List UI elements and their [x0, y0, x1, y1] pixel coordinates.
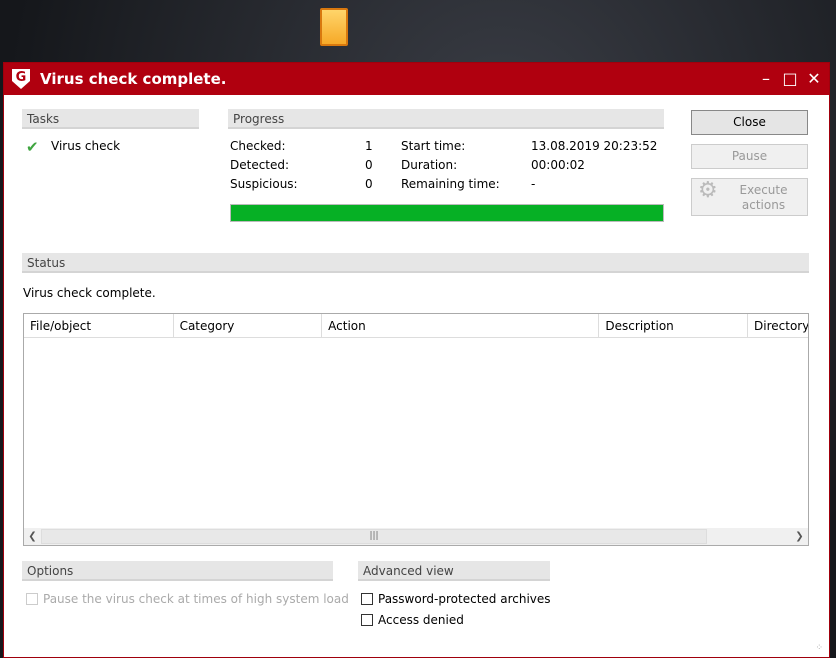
- start-time-label: Start time:: [401, 139, 466, 153]
- scan-window: G Virus check complete. – □ ✕ Tasks ✔ Vi…: [3, 62, 830, 658]
- checkbox-icon: [26, 593, 38, 605]
- suspicious-value: 0: [365, 177, 373, 191]
- access-denied-checkbox[interactable]: Access denied: [361, 613, 464, 627]
- close-icon[interactable]: ✕: [804, 69, 824, 88]
- col-action[interactable]: Action: [322, 314, 600, 337]
- close-button[interactable]: Close: [691, 110, 808, 135]
- progress-fill: [231, 205, 663, 221]
- duration-label: Duration:: [401, 158, 458, 172]
- title-bar: G Virus check complete. – □ ✕: [4, 63, 829, 95]
- resize-grip-icon[interactable]: ⁘: [815, 643, 823, 653]
- task-virus-check[interactable]: Virus check: [51, 139, 120, 153]
- window-title: Virus check complete.: [40, 70, 227, 88]
- checkbox-icon[interactable]: [361, 593, 373, 605]
- pause-button[interactable]: Pause: [691, 144, 808, 169]
- gdata-logo-icon: G: [12, 69, 30, 89]
- advanced-view-header: Advanced view: [358, 561, 550, 581]
- remaining-label: Remaining time:: [401, 177, 500, 191]
- execute-actions-label: Execute actions: [739, 183, 788, 212]
- progress-bar: [230, 204, 664, 222]
- status-header: Status: [22, 253, 809, 273]
- checked-value: 1: [365, 139, 373, 153]
- checkbox-icon[interactable]: [361, 614, 373, 626]
- scroll-thumb[interactable]: |||: [41, 529, 707, 544]
- pause-load-checkbox: Pause the virus check at times of high s…: [26, 592, 349, 606]
- password-archives-label: Password-protected archives: [378, 592, 551, 606]
- start-time-value: 13.08.2019 20:23:52: [531, 139, 658, 153]
- detected-value: 0: [365, 158, 373, 172]
- execute-actions-button[interactable]: ⚙ Execute actions: [691, 178, 808, 216]
- close-button-label: Close: [733, 115, 766, 129]
- table-header: File/object Category Action Description …: [24, 314, 808, 338]
- checked-label: Checked:: [230, 139, 286, 153]
- options-header: Options: [22, 561, 333, 581]
- detected-label: Detected:: [230, 158, 290, 172]
- col-description[interactable]: Description: [599, 314, 749, 337]
- scroll-right-icon[interactable]: ❯: [791, 531, 808, 542]
- duration-value: 00:00:02: [531, 158, 585, 172]
- pause-load-label: Pause the virus check at times of high s…: [43, 592, 349, 606]
- col-directory[interactable]: Directory: [748, 314, 808, 337]
- status-text: Virus check complete.: [23, 286, 156, 300]
- minimize-icon[interactable]: –: [756, 69, 776, 88]
- col-file-object[interactable]: File/object: [24, 314, 174, 337]
- checkmark-icon: ✔: [26, 138, 39, 156]
- access-denied-label: Access denied: [378, 613, 464, 627]
- progress-header: Progress: [228, 109, 664, 129]
- horizontal-scrollbar[interactable]: ❮ ||| ❯: [24, 528, 808, 545]
- results-table[interactable]: File/object Category Action Description …: [23, 313, 809, 546]
- col-category[interactable]: Category: [174, 314, 323, 337]
- maximize-icon[interactable]: □: [780, 69, 800, 88]
- gears-icon: ⚙: [698, 178, 718, 203]
- desktop-file-icon[interactable]: [320, 8, 348, 46]
- scroll-left-icon[interactable]: ❮: [24, 531, 41, 542]
- suspicious-label: Suspicious:: [230, 177, 298, 191]
- remaining-value: -: [531, 177, 536, 191]
- tasks-header: Tasks: [22, 109, 199, 129]
- password-archives-checkbox[interactable]: Password-protected archives: [361, 592, 551, 606]
